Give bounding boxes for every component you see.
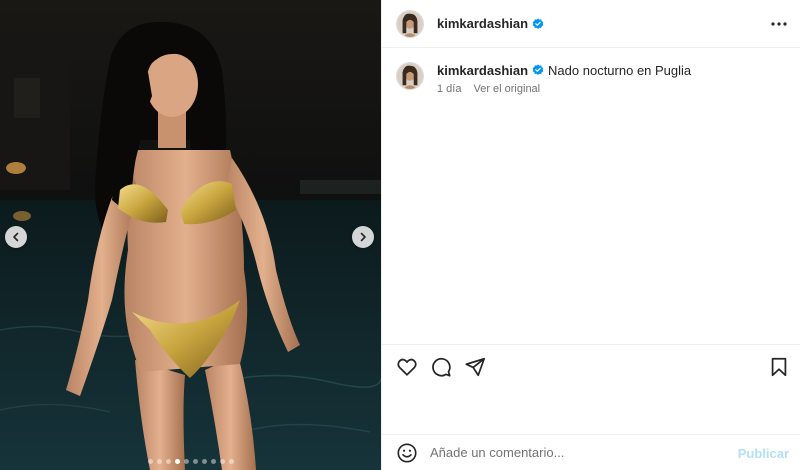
post-timestamp[interactable]: 1 día bbox=[437, 83, 461, 95]
verified-badge-icon bbox=[532, 18, 544, 29]
carousel-next-button[interactable] bbox=[352, 226, 374, 248]
carousel-dot bbox=[228, 459, 234, 464]
verified-badge-icon bbox=[532, 64, 544, 75]
more-options-button[interactable] bbox=[771, 16, 787, 32]
post-photo bbox=[0, 0, 381, 470]
caption-meta: 1 día Ver el original bbox=[437, 83, 691, 95]
comment-bubble-icon bbox=[432, 357, 451, 377]
chevron-left-icon bbox=[13, 232, 19, 242]
caption-line: kimkardashian Nado nocturno en Puglia bbox=[437, 62, 691, 80]
publish-button[interactable]: Publicar bbox=[738, 446, 789, 461]
instagram-post: kimkardashian kimkardashian Nado nocturn… bbox=[0, 0, 800, 470]
carousel-dot bbox=[165, 459, 171, 464]
carousel-dot bbox=[201, 459, 207, 464]
paper-plane-icon bbox=[465, 357, 486, 376]
post-caption: kimkardashian Nado nocturno en Puglia 1 … bbox=[396, 62, 786, 95]
caption-avatar[interactable] bbox=[396, 62, 424, 90]
carousel-dot bbox=[147, 459, 153, 464]
carousel-dots bbox=[0, 459, 381, 464]
carousel-dot bbox=[174, 459, 180, 464]
carousel-dot bbox=[210, 459, 216, 464]
caption-body: kimkardashian Nado nocturno en Puglia 1 … bbox=[437, 62, 691, 95]
post-media bbox=[0, 0, 381, 470]
comment-input[interactable] bbox=[430, 445, 730, 460]
post-actions bbox=[382, 344, 800, 388]
carousel-dot bbox=[156, 459, 162, 464]
more-horizontal-icon bbox=[771, 22, 787, 26]
bookmark-icon bbox=[771, 357, 787, 377]
post-username[interactable]: kimkardashian bbox=[437, 16, 528, 31]
caption-text: Nado nocturno en Puglia bbox=[548, 63, 692, 78]
heart-icon bbox=[397, 358, 417, 376]
post-side-panel: kimkardashian kimkardashian Nado nocturn… bbox=[381, 0, 800, 470]
chevron-right-icon bbox=[360, 232, 366, 242]
post-header: kimkardashian bbox=[382, 0, 800, 48]
emoji-smile-icon[interactable] bbox=[396, 442, 418, 464]
carousel-dot bbox=[219, 459, 225, 464]
save-button[interactable] bbox=[768, 356, 790, 378]
carousel-dot bbox=[183, 459, 189, 464]
comment-button[interactable] bbox=[430, 356, 452, 378]
avatar[interactable] bbox=[396, 9, 424, 38]
like-button[interactable] bbox=[396, 356, 418, 378]
see-original-link[interactable]: Ver el original bbox=[473, 83, 540, 95]
carousel-prev-button[interactable] bbox=[5, 226, 27, 248]
comment-bar: Publicar bbox=[382, 434, 800, 470]
carousel-dot bbox=[192, 459, 198, 464]
share-button[interactable] bbox=[464, 356, 486, 378]
caption-username[interactable]: kimkardashian bbox=[437, 63, 528, 78]
